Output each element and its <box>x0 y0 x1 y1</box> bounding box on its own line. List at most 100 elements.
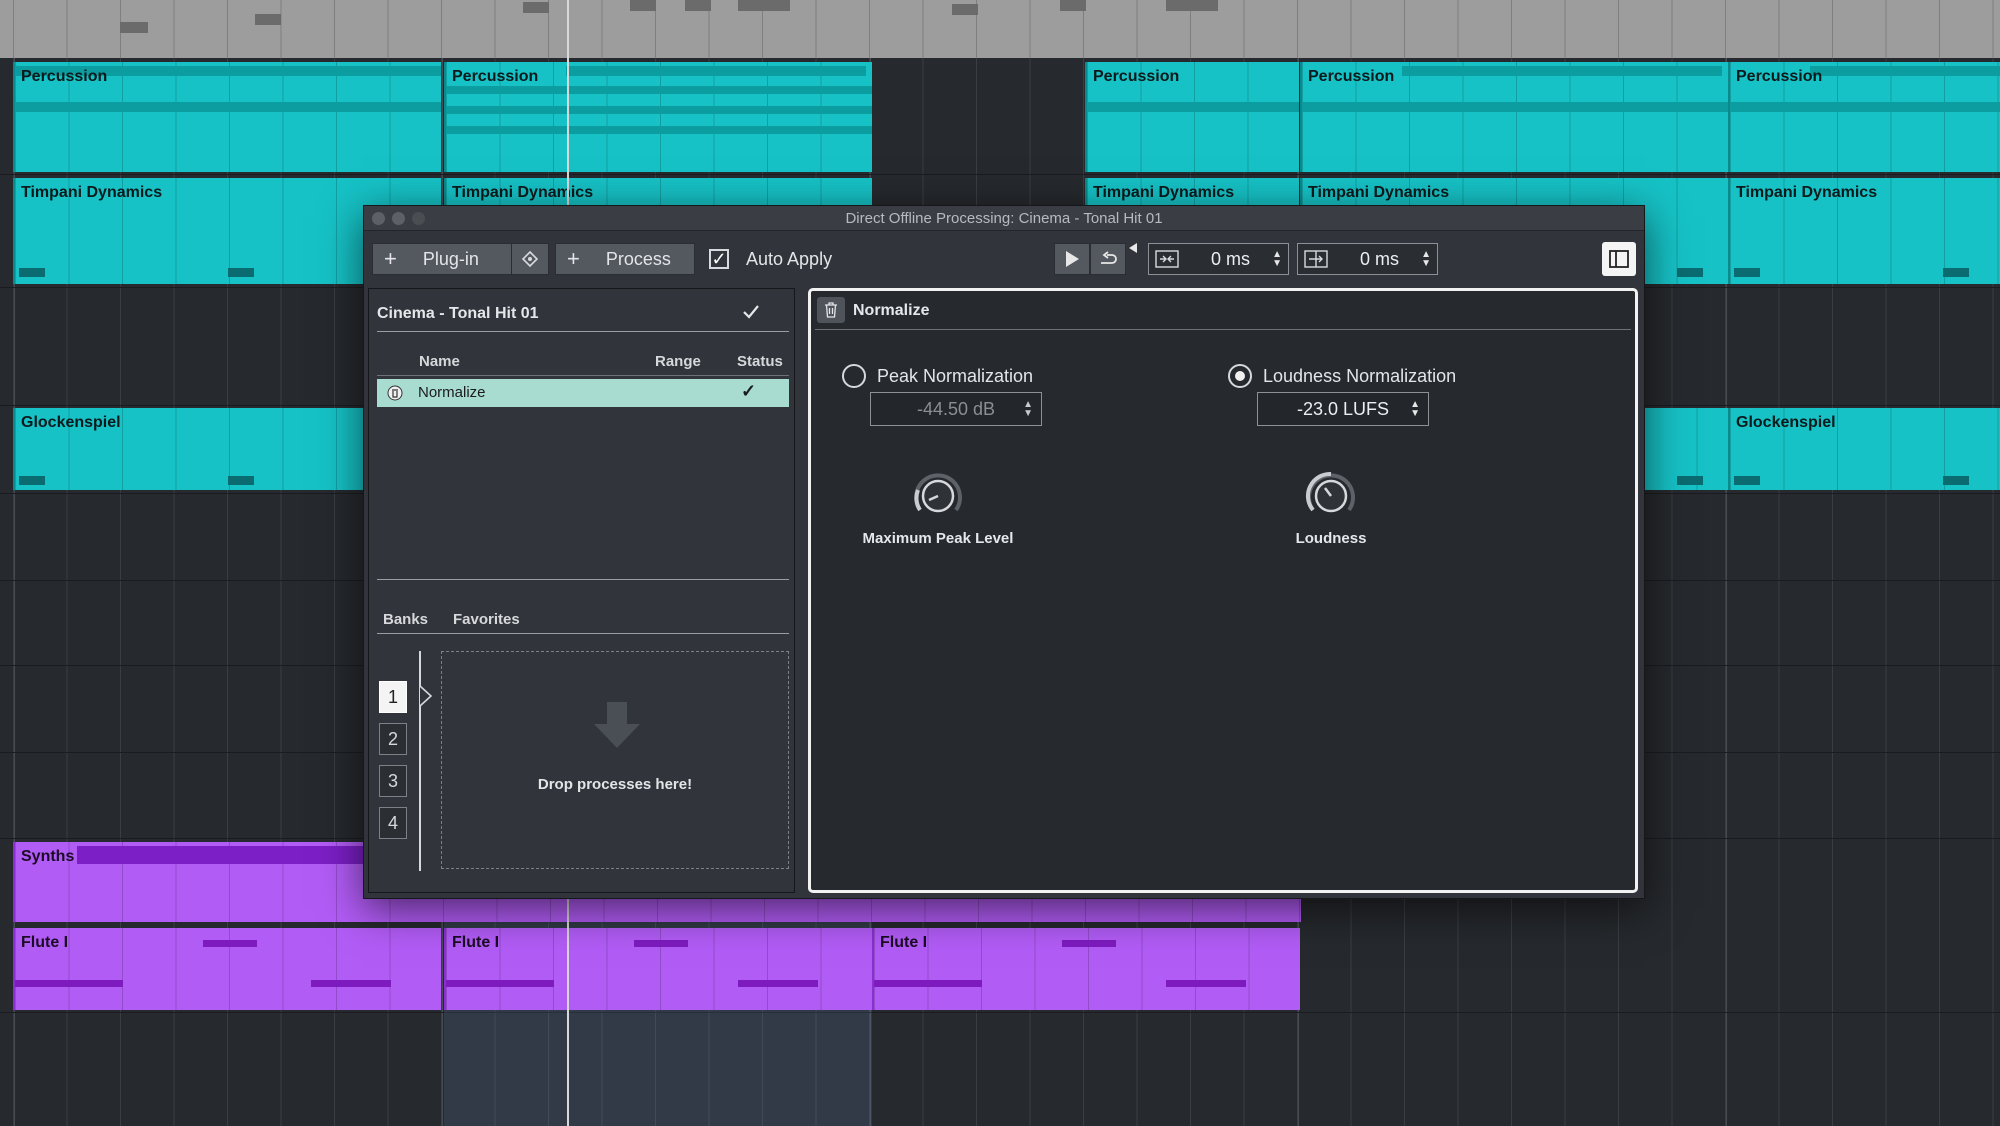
stepper-icon[interactable]: ▲ ▼ <box>1023 400 1033 419</box>
pre-crossfade-icon <box>1155 250 1179 268</box>
clip-percussion[interactable]: Percussion <box>1300 62 1728 172</box>
add-plugin-button[interactable]: + Plug-in <box>372 243 512 275</box>
clip-percussion[interactable]: Percussion <box>13 62 441 172</box>
peak-level-value: -44.50 dB <box>916 399 996 419</box>
clip-marker <box>1734 476 1760 485</box>
clip-marker <box>1734 268 1760 277</box>
preview-play-button[interactable] <box>1054 243 1090 275</box>
bank-rail <box>419 651 421 871</box>
remove-process-button[interactable] <box>817 297 845 323</box>
divider <box>377 331 789 332</box>
process-label: Process <box>605 248 671 269</box>
column-name: Name <box>419 353 460 370</box>
clip-marker <box>874 980 982 987</box>
clip-label: Synths <box>21 848 75 865</box>
ruler-marker <box>630 0 656 11</box>
clip-bar <box>566 66 866 76</box>
clip-bar <box>1087 102 1299 112</box>
clip-label: Flute I <box>21 934 69 951</box>
sidebar-icon <box>1609 250 1629 268</box>
track-divider <box>0 1012 2000 1013</box>
divider <box>377 633 789 634</box>
ruler-marker <box>685 0 711 11</box>
column-status: Status <box>737 353 783 370</box>
clip-marker <box>1943 476 1969 485</box>
preview-loop-button[interactable] <box>1090 243 1126 275</box>
loudness-level-field[interactable]: -23.0 LUFS ▲ ▼ <box>1257 392 1429 426</box>
ruler-marker <box>523 2 549 13</box>
clip-bar <box>446 126 872 134</box>
clip-label: Flute I <box>452 934 500 951</box>
ruler-marker <box>1060 0 1086 11</box>
clip-marker <box>1166 980 1246 987</box>
window-titlebar[interactable]: Direct Offline Processing: Cinema - Tona… <box>364 206 1644 231</box>
loudness-normalization-label: Loudness Normalization <box>1263 366 1457 386</box>
clip-percussion[interactable]: Percussion <box>1728 62 2000 172</box>
bank-1-button[interactable]: 1 <box>379 681 407 713</box>
clip-label: Percussion <box>1093 68 1180 85</box>
caret-left-icon[interactable] <box>1128 243 1138 253</box>
pre-crossfade-field[interactable]: 0 ms ▲ ▼ <box>1148 243 1289 275</box>
loudness-normalization-radio[interactable] <box>1228 364 1252 388</box>
toggle-panel-button[interactable] <box>1602 242 1636 276</box>
delete-icon[interactable] <box>387 385 403 401</box>
ruler-marker <box>1166 0 1218 11</box>
post-crossfade-field[interactable]: 0 ms ▲ ▼ <box>1297 243 1438 275</box>
clip-bar <box>1402 66 1722 76</box>
process-status: ✓ <box>741 381 757 401</box>
ruler-lane[interactable] <box>0 0 2000 58</box>
clip-percussion[interactable]: Percussion <box>1085 62 1299 172</box>
ruler-marker <box>120 22 148 33</box>
clip-label: Timpani Dynamics <box>1308 184 1450 201</box>
stepper-icon[interactable]: ▲ ▼ <box>1410 400 1420 419</box>
tab-favorites[interactable]: Favorites <box>453 611 520 628</box>
add-process-button[interactable]: + Process <box>555 243 695 275</box>
stepper-icon[interactable]: ▲ ▼ <box>1272 250 1282 269</box>
plugin-label: Plug-in <box>422 248 479 269</box>
trash-icon <box>825 302 837 318</box>
peak-level-field[interactable]: -44.50 dB ▲ ▼ <box>870 392 1042 426</box>
clip-percussion[interactable]: Percussion <box>444 62 872 172</box>
clip-label: Percussion <box>1308 68 1395 85</box>
stepper-icon[interactable]: ▲ ▼ <box>1421 250 1431 269</box>
clip-marker <box>1943 268 1969 277</box>
toolbar: + Plug-in + Process ✓ Auto Apply 0 ms ▲ … <box>364 231 1644 281</box>
clip-marker <box>203 940 257 947</box>
clip-label: Timpani Dynamics <box>1736 184 1878 201</box>
clip-marker <box>15 980 123 987</box>
loudness-label: Loudness <box>1295 530 1367 547</box>
clip-bar <box>1810 66 2000 76</box>
loudness-knob[interactable] <box>1303 468 1359 524</box>
auto-apply-checkbox[interactable]: ✓ <box>709 249 729 269</box>
clip-name: Cinema - Tonal Hit 01 <box>377 305 539 322</box>
clip-marker <box>1677 268 1703 277</box>
clip-marker <box>228 268 254 277</box>
bank-2-button[interactable]: 2 <box>379 723 407 755</box>
clip-marker <box>19 476 45 485</box>
clip-flute[interactable]: Flute I <box>444 928 872 1010</box>
clip-label: Percussion <box>452 68 539 85</box>
clip-glockenspiel[interactable]: Glockenspiel <box>1728 408 2000 490</box>
clip-marker <box>738 980 818 987</box>
peak-normalization-radio[interactable] <box>842 364 866 388</box>
clip-flute[interactable]: Flute I <box>872 928 1300 1010</box>
clip-flute[interactable]: Flute I <box>13 928 441 1010</box>
clip-glockenspiel[interactable] <box>1641 408 1728 490</box>
track-divider <box>0 174 2000 175</box>
maximum-peak-level-knob[interactable] <box>910 468 966 524</box>
process-row-normalize[interactable]: Normalize ✓ <box>377 379 789 407</box>
drop-zone[interactable]: Drop processes here! <box>441 651 789 869</box>
bank-3-button[interactable]: 3 <box>379 765 407 797</box>
ruler-marker <box>738 0 790 11</box>
bank-4-button[interactable]: 4 <box>379 807 407 839</box>
plugin-menu-button[interactable] <box>511 243 549 275</box>
clip-bar <box>446 86 872 94</box>
direct-offline-processing-window: Direct Offline Processing: Cinema - Tona… <box>363 205 1645 899</box>
divider <box>377 579 789 580</box>
plus-icon: + <box>384 246 397 271</box>
download-arrow-icon <box>594 702 640 748</box>
check-all-icon[interactable] <box>742 304 760 320</box>
tab-banks[interactable]: Banks <box>383 611 428 628</box>
clip-timpani-dynamics[interactable]: Timpani Dynamics <box>1728 178 2000 284</box>
clip-label: Flute I <box>880 934 928 951</box>
